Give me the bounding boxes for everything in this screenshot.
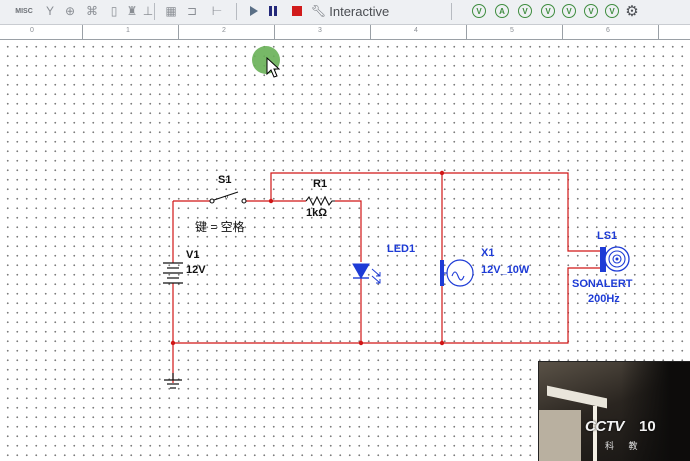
r1-ref-label: R1 — [313, 178, 328, 190]
probe-power-icon[interactable]: V — [518, 4, 532, 18]
interactive-label: Interactive — [329, 3, 390, 19]
v1-value-label: 12V — [186, 264, 206, 276]
r1-value-label: 1kΩ — [306, 207, 328, 219]
ls1-ref-label: LS1 — [597, 230, 618, 242]
buzzer-symbol — [600, 246, 630, 272]
toolbar: MISC Y ⊕ ⌘ ▯ ♜ ⊥ ▦ ⊐ ⊢ 🔧︎ Interactive V … — [0, 0, 690, 25]
mouse-cursor-icon — [266, 57, 280, 78]
video-overlay: CCTV 10 科 教 — [538, 361, 690, 461]
lamp-symbol — [440, 259, 474, 287]
pause-button[interactable] — [266, 2, 280, 20]
v1-ref-label: V1 — [186, 249, 200, 261]
probe-settings-icon[interactable]: V — [605, 4, 619, 18]
switch-icon[interactable]: ⊐ — [184, 2, 200, 20]
run-button[interactable] — [247, 2, 261, 20]
probe-differential-icon[interactable]: V — [541, 4, 555, 18]
probe-current-icon[interactable]: A — [495, 4, 509, 18]
probe-reference-icon[interactable]: V — [562, 4, 576, 18]
channel-number: 10 — [639, 418, 656, 435]
x1-value-label: 12V_10W — [481, 264, 530, 276]
ruler-number: 1 — [126, 27, 130, 34]
instrument-icon[interactable]: ⊕ — [62, 2, 78, 20]
connector-icon[interactable]: ⌘ — [84, 2, 100, 20]
component-icon[interactable]: ♜ — [124, 2, 140, 20]
wrench-icon: 🔧︎ — [311, 4, 327, 18]
pause-icon — [269, 6, 277, 16]
interactive-mode-button[interactable]: 🔧︎ Interactive — [311, 2, 401, 20]
ruler-number: 6 — [606, 27, 610, 34]
stop-icon — [292, 6, 302, 16]
antenna-icon[interactable]: Y — [42, 2, 58, 20]
pin-icon[interactable]: ▯ — [106, 2, 122, 20]
ground-symbol — [164, 373, 182, 389]
bus-icon[interactable]: ⊢ — [209, 2, 225, 20]
ls1-freq-label: 200Hz — [588, 293, 620, 305]
misc-button[interactable]: MISC — [12, 2, 36, 20]
led1-ref-label: LED1 — [387, 243, 416, 255]
battery-symbol — [163, 262, 183, 284]
ruler-number: 4 — [414, 27, 418, 34]
channel-logo: CCTV — [585, 418, 624, 435]
channel-subtitle: 科 教 — [605, 441, 644, 451]
play-icon — [250, 6, 258, 16]
resistor-symbol — [305, 195, 335, 207]
probe-voltage-icon[interactable]: V — [472, 4, 486, 18]
ruler: 0 1 2 3 4 5 6 — [0, 25, 690, 40]
led-symbol — [352, 263, 381, 284]
stop-button[interactable] — [290, 2, 304, 20]
ruler-number: 2 — [222, 27, 226, 34]
ruler-number: 3 — [318, 27, 322, 34]
grid-icon[interactable]: ▦ — [163, 2, 179, 20]
s1-key-label: 键 = 空格 — [195, 220, 245, 234]
x1-ref-label: X1 — [481, 247, 495, 259]
probe-digital-icon[interactable]: V — [584, 4, 598, 18]
settings-gear-icon[interactable]: ⚙ — [624, 2, 640, 20]
ruler-number: 0 — [30, 27, 34, 34]
s1-ref-label: S1 — [218, 174, 232, 186]
ls1-value-label: SONALERT — [572, 278, 633, 290]
switch-symbol — [209, 191, 247, 204]
ruler-number: 5 — [510, 27, 514, 34]
